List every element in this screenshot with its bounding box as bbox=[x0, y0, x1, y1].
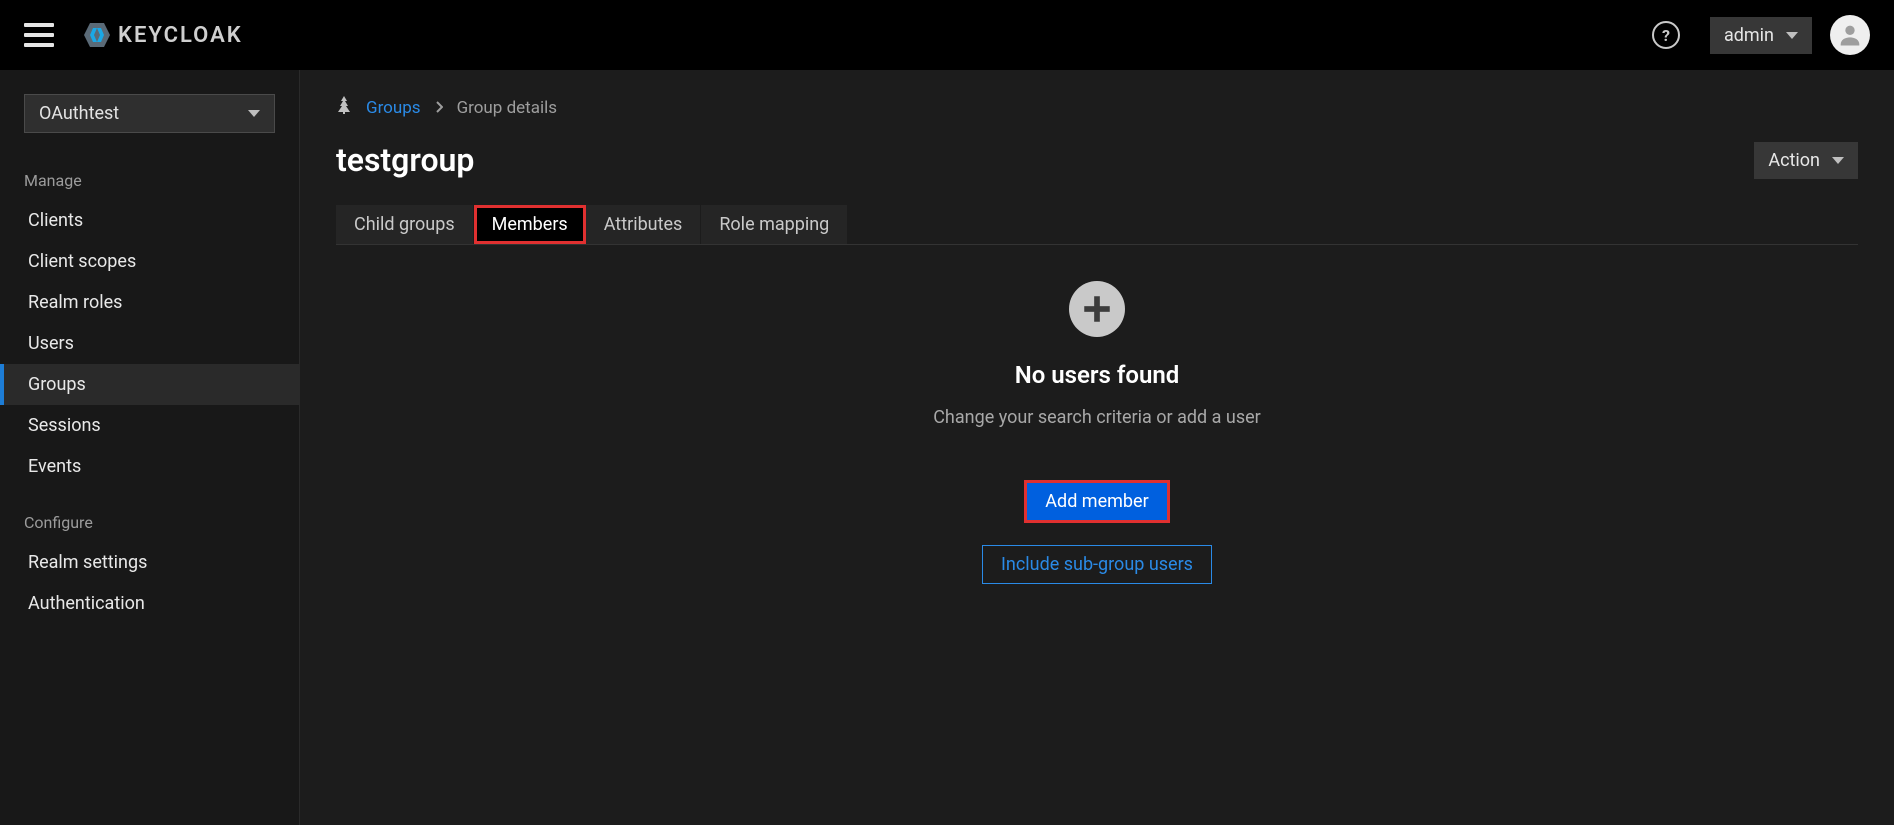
brand-text: KEYCLOAK bbox=[118, 23, 243, 48]
empty-subtitle: Change your search criteria or add a use… bbox=[933, 407, 1261, 428]
tab-role-mapping[interactable]: Role mapping bbox=[701, 205, 848, 244]
tree-icon bbox=[336, 96, 352, 119]
person-icon bbox=[1836, 21, 1864, 49]
tab-attributes[interactable]: Attributes bbox=[586, 205, 702, 244]
help-icon[interactable]: ? bbox=[1652, 21, 1680, 49]
hamburger-menu[interactable] bbox=[24, 23, 54, 47]
empty-title: No users found bbox=[1015, 361, 1180, 389]
section-label-manage: Manage bbox=[0, 145, 299, 200]
action-label: Action bbox=[1768, 150, 1820, 171]
breadcrumb-root[interactable]: Groups bbox=[366, 98, 421, 118]
tabs: Child groups Members Attributes Role map… bbox=[336, 205, 1858, 244]
nav-sessions[interactable]: Sessions bbox=[0, 405, 299, 446]
nav-authentication[interactable]: Authentication bbox=[0, 583, 299, 624]
brand-logo[interactable]: KEYCLOAK bbox=[82, 20, 243, 50]
keycloak-icon bbox=[82, 20, 112, 50]
realm-selector[interactable]: OAuthtest bbox=[24, 94, 275, 133]
add-member-button[interactable]: Add member bbox=[1024, 480, 1169, 523]
nav-realm-settings[interactable]: Realm settings bbox=[0, 542, 299, 583]
empty-state: No users found Change your search criter… bbox=[336, 281, 1858, 584]
include-subgroup-button[interactable]: Include sub-group users bbox=[982, 545, 1212, 584]
nav-realm-roles[interactable]: Realm roles bbox=[0, 282, 299, 323]
action-menu[interactable]: Action bbox=[1754, 142, 1858, 179]
sidebar: OAuthtest Manage Clients Client scopes R… bbox=[0, 70, 300, 825]
nav-client-scopes[interactable]: Client scopes bbox=[0, 241, 299, 282]
nav-groups[interactable]: Groups bbox=[0, 364, 299, 405]
caret-down-icon bbox=[248, 110, 260, 117]
topbar: KEYCLOAK ? admin bbox=[0, 0, 1894, 70]
nav-clients[interactable]: Clients bbox=[0, 200, 299, 241]
plus-circle-icon bbox=[1069, 281, 1125, 337]
tab-child-groups[interactable]: Child groups bbox=[336, 205, 474, 244]
breadcrumb-current: Group details bbox=[457, 98, 557, 118]
chevron-right-icon bbox=[435, 98, 443, 118]
tab-members[interactable]: Members bbox=[474, 205, 586, 244]
nav-users[interactable]: Users bbox=[0, 323, 299, 364]
caret-down-icon bbox=[1786, 32, 1798, 39]
breadcrumb: Groups Group details bbox=[336, 96, 1858, 119]
section-label-configure: Configure bbox=[0, 487, 299, 542]
user-menu[interactable]: admin bbox=[1710, 17, 1812, 54]
caret-down-icon bbox=[1832, 157, 1844, 164]
avatar[interactable] bbox=[1830, 15, 1870, 55]
page-title: testgroup bbox=[336, 141, 474, 179]
realm-name: OAuthtest bbox=[39, 103, 119, 124]
nav-events[interactable]: Events bbox=[0, 446, 299, 487]
content: Groups Group details testgroup Action Ch… bbox=[300, 70, 1894, 825]
user-label: admin bbox=[1724, 25, 1774, 46]
